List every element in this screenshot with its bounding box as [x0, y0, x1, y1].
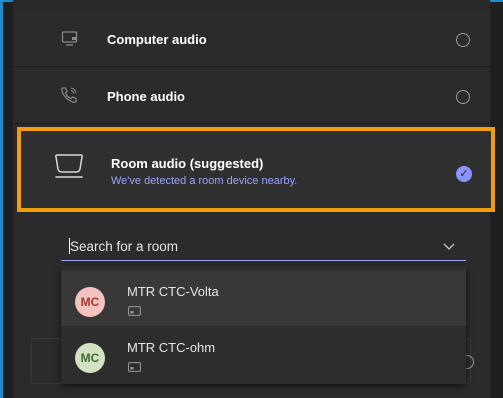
- selected-check-icon[interactable]: ✓: [456, 166, 472, 182]
- room-search-text: Search for a room: [70, 239, 179, 254]
- room-suggestions-dropdown: MC MTR CTC-Volta MC MTR CTC-ohm: [61, 266, 466, 384]
- computer-audio-option[interactable]: Computer audio: [13, 12, 490, 67]
- avatar: MC: [75, 343, 105, 373]
- chevron-down-icon[interactable]: [442, 239, 456, 258]
- computer-audio-radio[interactable]: [456, 33, 470, 47]
- cast-icon: [128, 303, 141, 321]
- phone-audio-radio[interactable]: [456, 90, 470, 104]
- room-name: MTR CTC-ohm: [127, 340, 216, 355]
- avatar: MC: [75, 287, 105, 317]
- room-name: MTR CTC-Volta: [127, 284, 219, 299]
- room-audio-subtitle: We've detected a room device nearby.: [111, 175, 298, 187]
- phone-icon: [59, 85, 79, 110]
- phone-audio-label: Phone audio: [107, 89, 185, 104]
- cast-icon: [128, 359, 141, 377]
- room-list-item[interactable]: MC MTR CTC-Volta: [61, 270, 466, 326]
- room-device-icon: [51, 152, 87, 187]
- room-list-item[interactable]: MC MTR CTC-ohm: [61, 326, 466, 382]
- phone-audio-option[interactable]: Phone audio: [13, 68, 490, 124]
- computer-audio-label: Computer audio: [107, 32, 207, 47]
- room-audio-option[interactable]: Room audio (suggested) We've detected a …: [17, 127, 495, 212]
- computer-icon: [61, 30, 79, 53]
- room-audio-label: Room audio (suggested): [111, 156, 264, 171]
- room-search-input[interactable]: Search for a room: [61, 233, 466, 261]
